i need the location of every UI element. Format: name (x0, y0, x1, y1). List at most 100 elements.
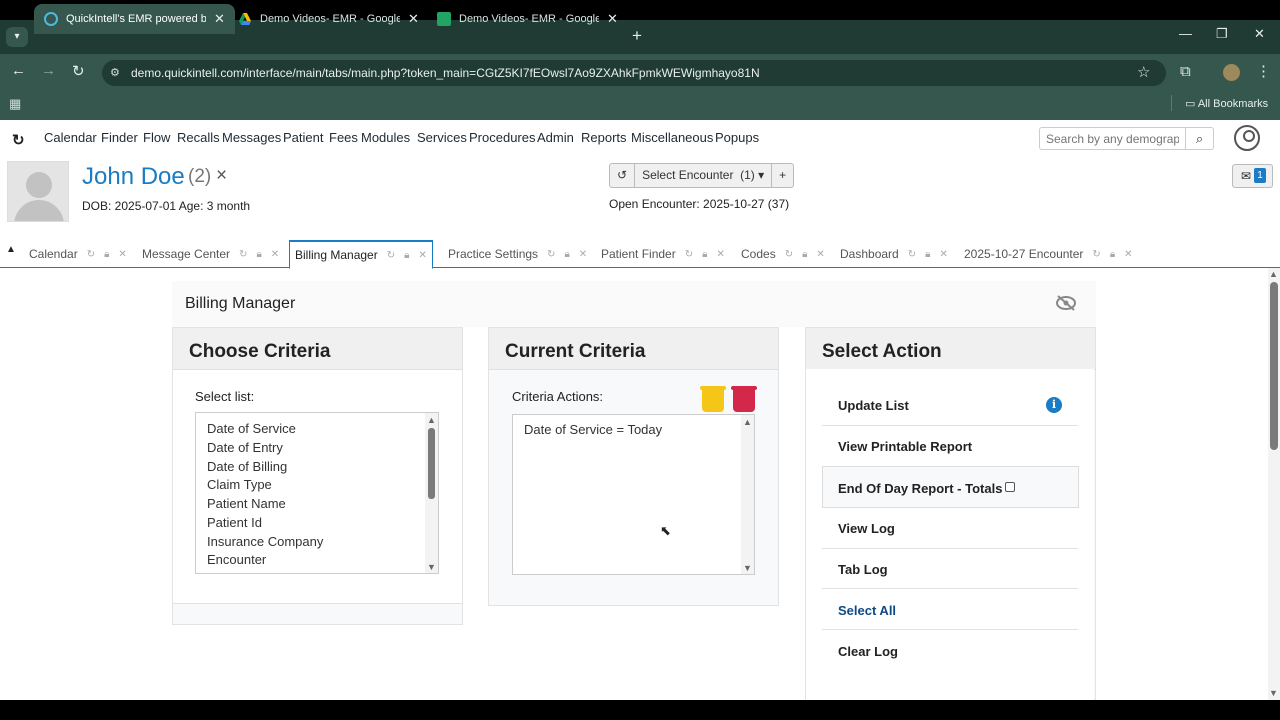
site-info-icon[interactable]: ⚙ (110, 66, 120, 79)
select-all-button[interactable]: Select All (822, 590, 1078, 630)
update-list-button[interactable]: Update List (822, 386, 1078, 426)
menu-finder[interactable]: Finder (101, 130, 138, 145)
menu-flow[interactable]: Flow (143, 130, 170, 145)
lock-icon[interactable]: 🔒︎ (564, 249, 569, 260)
extensions-icon[interactable]: ⧉ (1180, 63, 1191, 80)
scroll-down-icon[interactable]: ▼ (427, 562, 436, 572)
tab-calendar[interactable]: Calendar ↻ 🔒︎ ✕ (29, 240, 127, 268)
refresh-icon[interactable]: ↻ (239, 249, 247, 260)
menu-admin[interactable]: Admin (537, 130, 574, 145)
back-icon[interactable]: ← (11, 62, 26, 79)
tab-log-button[interactable]: Tab Log (822, 549, 1078, 589)
user-account-icon[interactable] (1234, 125, 1260, 151)
close-tab-icon[interactable]: ✕ (607, 11, 618, 27)
list-item[interactable]: Claim Type (207, 477, 272, 492)
browser-tab-quickintell[interactable]: QuickIntell's EMR powered by O ✕ (34, 4, 235, 34)
close-icon[interactable]: ✕ (816, 249, 824, 260)
close-icon[interactable]: ✕ (1124, 249, 1132, 260)
new-tab-icon[interactable]: + (632, 26, 642, 46)
criteria-scrollbar[interactable] (741, 415, 754, 574)
tab-codes[interactable]: Codes ↻ 🔒︎ ✕ (741, 240, 825, 268)
messages-button[interactable]: ✉ (1232, 164, 1273, 188)
criteria-select-list[interactable] (195, 412, 439, 574)
tab-practice-settings[interactable]: Practice Settings ↻ 🔒︎ ✕ (448, 240, 587, 268)
menu-services[interactable]: Services (417, 130, 467, 145)
list-item[interactable]: Patient Name (207, 496, 286, 511)
yellow-trash-icon[interactable] (702, 388, 724, 412)
patient-name-link[interactable]: John Doe (82, 163, 185, 191)
lock-icon[interactable]: 🔒︎ (256, 249, 261, 260)
browser-menu-icon[interactable]: ⋮ (1256, 62, 1271, 80)
page-scroll-up-icon[interactable]: ▲ (1269, 269, 1278, 279)
page-scrollbar-thumb[interactable] (1270, 282, 1278, 450)
list-item[interactable]: Insurance Company (207, 534, 323, 549)
tab-dashboard[interactable]: Dashboard ↻ 🔒︎ ✕ (840, 240, 948, 268)
close-icon[interactable]: ✕ (939, 249, 947, 260)
scroll-up-icon[interactable]: ▲ (427, 415, 436, 425)
profile-avatar-icon[interactable] (1223, 64, 1240, 81)
menu-messages[interactable]: Messages (222, 130, 281, 145)
bookmark-star-icon[interactable]: ☆ (1137, 63, 1150, 81)
app-logo-icon[interactable]: ↻ (12, 131, 25, 149)
encounter-history-icon[interactable]: ↺ (610, 164, 636, 187)
clear-log-button[interactable]: Clear Log (822, 631, 1078, 671)
refresh-icon[interactable]: ↻ (547, 249, 555, 260)
red-trash-icon[interactable] (733, 388, 755, 412)
close-window-icon[interactable]: ✕ (1254, 26, 1265, 42)
browser-tab-google-drive[interactable]: Demo Videos- EMR - Google Dri ✕ (228, 4, 429, 34)
select-encounter-dropdown[interactable]: Select Encounter (1) ▾ (635, 164, 773, 187)
menu-patient[interactable]: Patient (283, 130, 323, 145)
close-tab-icon[interactable]: ✕ (214, 11, 225, 27)
menu-popups[interactable]: Popups (715, 130, 759, 145)
current-criteria-list[interactable] (512, 414, 755, 575)
refresh-icon[interactable]: ↻ (908, 249, 916, 260)
refresh-icon[interactable]: ↻ (1092, 249, 1100, 260)
refresh-icon[interactable]: ↻ (387, 250, 395, 261)
close-icon[interactable]: ✕ (118, 249, 126, 260)
browser-tab-google-sheets[interactable]: Demo Videos- EMR - Google She ✕ (427, 4, 628, 34)
patient-search-input[interactable] (1039, 127, 1186, 150)
close-icon[interactable]: ✕ (716, 249, 724, 260)
scroll-down-icon[interactable]: ▼ (743, 563, 752, 573)
reload-icon[interactable]: ↻ (72, 62, 85, 80)
minimize-icon[interactable]: — (1179, 26, 1192, 41)
menu-miscellaneous[interactable]: Miscellaneous (631, 130, 713, 145)
close-patient-icon[interactable]: × (216, 165, 227, 187)
refresh-icon[interactable]: ↻ (87, 249, 95, 260)
tab-message-center[interactable]: Message Center ↻ 🔒︎ ✕ (142, 240, 279, 268)
list-item[interactable]: Encounter (207, 552, 266, 567)
view-log-button[interactable]: View Log (822, 509, 1078, 549)
totals-checkbox[interactable] (1005, 482, 1015, 492)
menu-fees[interactable]: Fees (329, 130, 358, 145)
search-button[interactable]: ⌕ (1185, 127, 1214, 150)
menu-recalls[interactable]: Recalls (177, 130, 220, 145)
close-icon[interactable]: ✕ (271, 249, 279, 260)
apps-grid-icon[interactable]: ▦ (9, 96, 21, 112)
lock-icon[interactable]: 🔒︎ (104, 249, 109, 260)
tab-search-dropdown[interactable]: ▾ (6, 27, 28, 47)
info-icon[interactable]: i (1046, 397, 1062, 413)
list-item[interactable]: Date of Service (207, 421, 296, 436)
lock-icon[interactable]: 🔒︎ (1110, 249, 1115, 260)
menu-calendar[interactable]: Calendar (44, 130, 97, 145)
tab-encounter[interactable]: 2025-10-27 Encounter ↻ 🔒︎ ✕ (964, 240, 1133, 268)
refresh-icon[interactable]: ↻ (785, 249, 793, 260)
view-printable-report-button[interactable]: View Printable Report (822, 427, 1078, 467)
refresh-icon[interactable]: ↻ (685, 249, 693, 260)
list-item[interactable]: Date of Entry (207, 440, 283, 455)
lock-icon[interactable]: 🔒︎ (702, 249, 707, 260)
add-encounter-button[interactable]: + (772, 164, 793, 187)
list-item[interactable]: Date of Billing (207, 459, 287, 474)
eye-slash-icon[interactable] (1055, 295, 1077, 311)
list-scrollbar-thumb[interactable] (428, 428, 435, 499)
collapse-tabs-icon[interactable]: ▲ (6, 244, 16, 255)
menu-procedures[interactable]: Procedures (469, 130, 535, 145)
page-scroll-down-icon[interactable]: ▼ (1269, 688, 1278, 698)
lock-icon[interactable]: 🔒︎ (802, 249, 807, 260)
end-of-day-report-button[interactable]: End Of Day Report - Totals (822, 467, 1078, 507)
tab-patient-finder[interactable]: Patient Finder ↻ 🔒︎ ✕ (601, 240, 725, 268)
lock-icon[interactable]: 🔒︎ (404, 250, 409, 261)
close-tab-icon[interactable]: ✕ (408, 11, 419, 27)
list-item[interactable]: Patient Id (207, 515, 262, 530)
menu-reports[interactable]: Reports (581, 130, 627, 145)
